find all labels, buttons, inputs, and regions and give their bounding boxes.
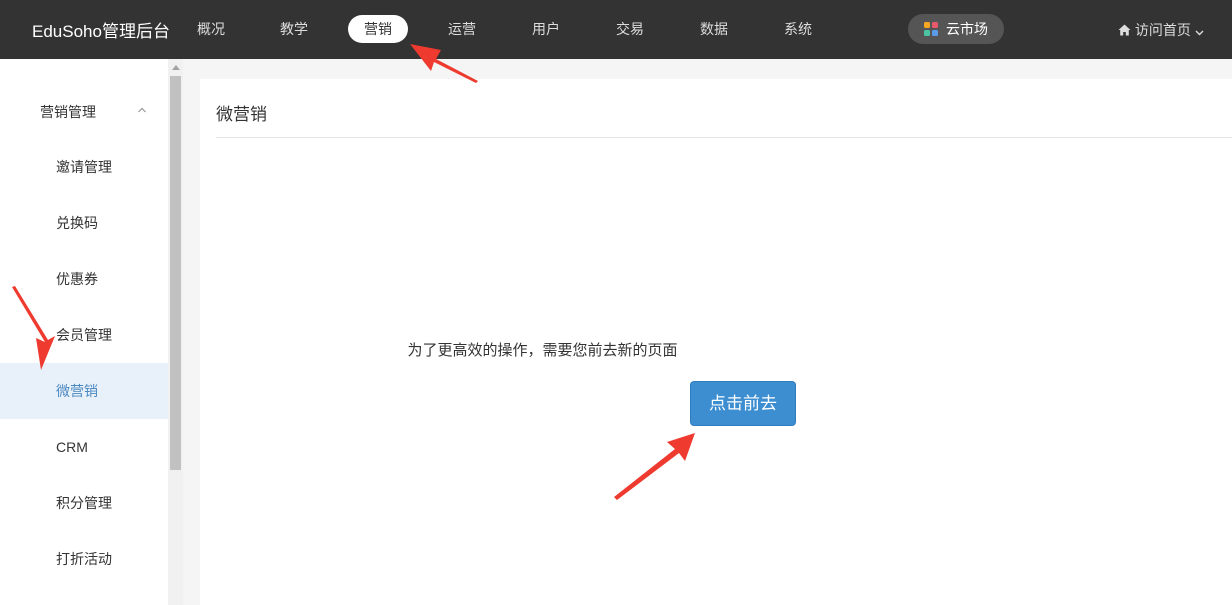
- top-navbar: EduSoho管理后台 概况 教学 营销 运营 用户 交易 数据 系统 云市场 …: [0, 0, 1232, 59]
- scroll-thumb[interactable]: [170, 76, 181, 470]
- sidebar-item-points[interactable]: 积分管理: [0, 475, 168, 531]
- nav-marketing[interactable]: 营销: [348, 15, 408, 43]
- sidebar-item-crm[interactable]: CRM: [0, 419, 168, 475]
- cloud-market-label: 云市场: [946, 21, 988, 37]
- visit-home-link[interactable]: 访问首页: [1118, 20, 1204, 40]
- app-grid-icon: [924, 22, 938, 36]
- nav-operation[interactable]: 运营: [447, 15, 477, 43]
- page-title: 微营销: [216, 105, 267, 124]
- nav-overview[interactable]: 概况: [196, 15, 226, 43]
- sidebar-item-coupon[interactable]: 优惠券: [0, 251, 168, 307]
- sidebar-item-redeem-code[interactable]: 兑换码: [0, 195, 168, 251]
- content-panel: 微营销 为了更高效的操作，需要您前去新的页面 点击前去: [200, 79, 1232, 605]
- scroll-up-arrow[interactable]: [172, 65, 180, 70]
- go-button[interactable]: 点击前去: [690, 381, 796, 426]
- chevron-up-icon[interactable]: [137, 106, 147, 114]
- nav-data[interactable]: 数据: [699, 15, 729, 43]
- chevron-down-icon: [1195, 30, 1204, 36]
- sidebar: 营销管理 邀请管理 兑换码 优惠券 会员管理 微营销 CRM 积分管理 打折活动: [0, 59, 168, 605]
- home-icon: [1118, 24, 1131, 36]
- redirect-notice: 为了更高效的操作，需要您前去新的页面: [407, 342, 678, 359]
- cloud-market-button[interactable]: 云市场: [908, 14, 1004, 44]
- sidebar-group-marketing[interactable]: 营销管理: [40, 102, 96, 122]
- sidebar-item-micro-marketing[interactable]: 微营销: [0, 363, 168, 419]
- visit-home-label: 访问首页: [1134, 22, 1191, 38]
- nav-users[interactable]: 用户: [531, 15, 561, 43]
- sidebar-item-discount[interactable]: 打折活动: [0, 531, 168, 587]
- brand-logo[interactable]: EduSoho管理后台: [32, 17, 170, 42]
- sidebar-item-invite[interactable]: 邀请管理: [0, 139, 168, 195]
- title-divider: [216, 137, 1232, 138]
- nav-teaching[interactable]: 教学: [279, 15, 309, 43]
- nav-trade[interactable]: 交易: [615, 15, 645, 43]
- nav-system[interactable]: 系统: [783, 15, 813, 43]
- sidebar-scrollbar[interactable]: [168, 59, 183, 605]
